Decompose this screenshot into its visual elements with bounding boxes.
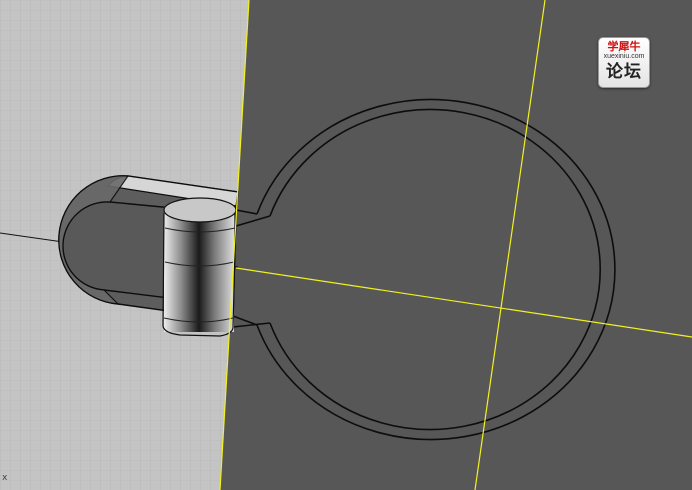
neck-outline-top <box>235 209 258 215</box>
ring-inner-outline <box>269 108 602 431</box>
ring-outer-outline <box>256 98 616 441</box>
watermark-logo: 学犀牛 xuexiniu.com 论坛 <box>598 37 650 88</box>
axis-indicator: x <box>2 473 8 483</box>
neck-outline-bottom <box>232 315 258 326</box>
construction-line-horizontal <box>235 267 692 338</box>
neck-outline-top-inner <box>235 215 271 227</box>
watermark-top-text: 学犀牛 <box>607 40 641 53</box>
hinge-cylinder-top <box>163 197 237 223</box>
watermark-url-text: xuexiniu.com <box>603 53 645 60</box>
viewport-3d[interactable] <box>0 0 692 490</box>
watermark-bottom-text: 论坛 <box>606 62 642 82</box>
hinge-cylinder <box>164 207 234 332</box>
construction-line-vertical <box>474 0 546 490</box>
